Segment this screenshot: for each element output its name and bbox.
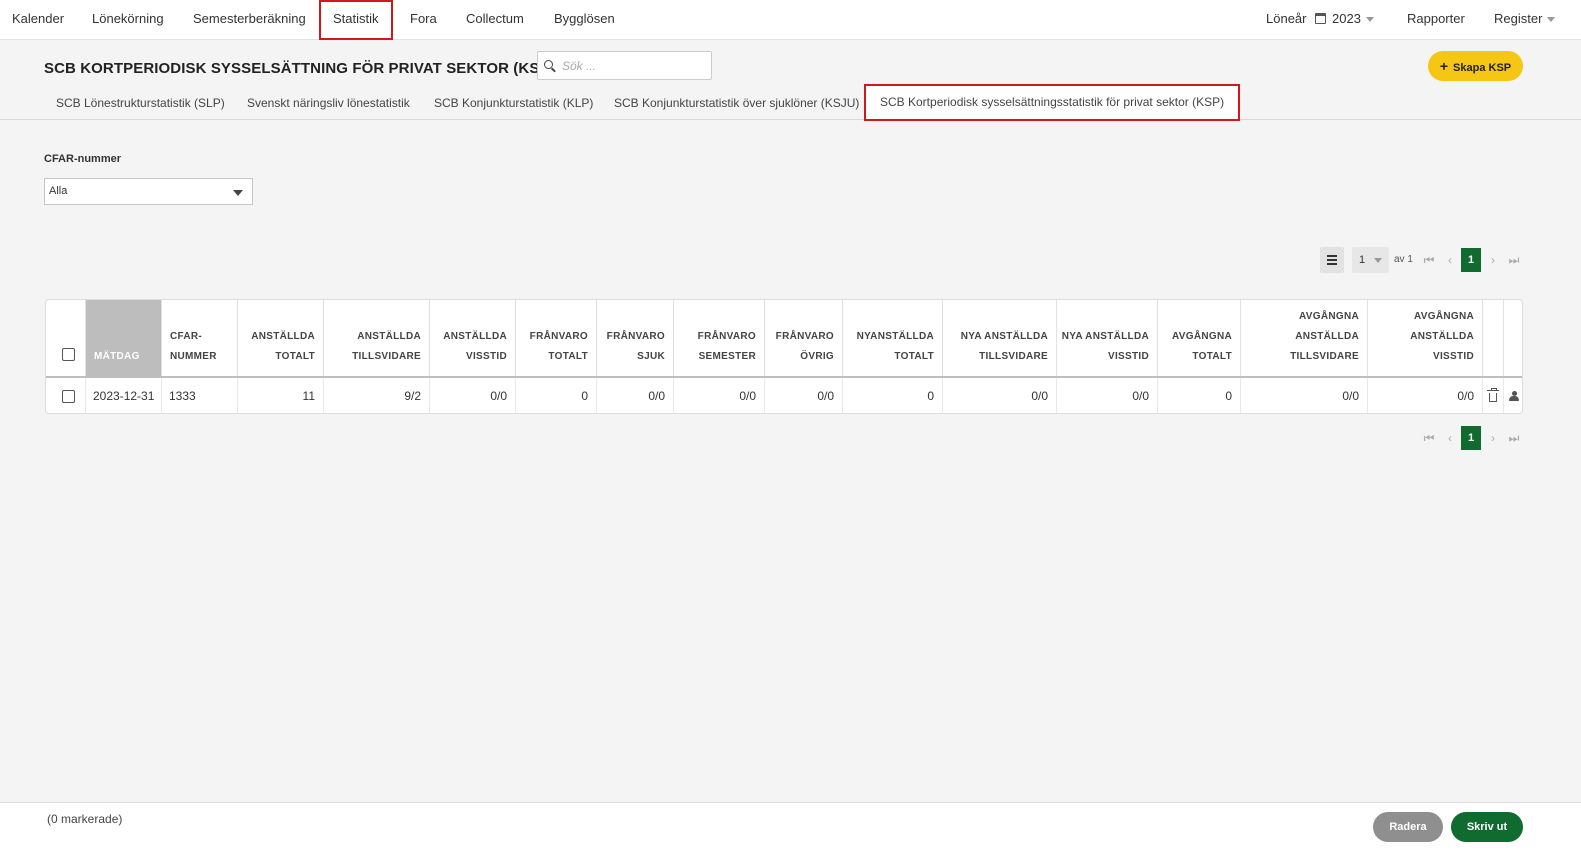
cell-matdag: 2023-12-31 [85, 378, 161, 413]
current-page-button[interactable]: 1 [1461, 426, 1481, 450]
page-header: SCB KORTPERIODISK SYSSELSÄTTNING FÖR PRI… [0, 40, 1581, 121]
pager-top: 1 av 1 ⏮ ‹ 1 › ⏭ [1320, 247, 1525, 273]
page-size-value: 1 [1359, 254, 1366, 266]
nav-item-lonekorning[interactable]: Lönekörning [92, 0, 164, 38]
col-header-actions-2 [1503, 300, 1522, 377]
prev-page-icon[interactable]: ‹ [1439, 247, 1461, 273]
search-icon [544, 60, 553, 69]
chevron-down-icon [1374, 258, 1382, 263]
tab-svenskt-naringsliv[interactable]: Svenskt näringsliv lönestatistik [247, 89, 410, 117]
user-icon[interactable] [1509, 391, 1519, 401]
chevron-down-icon [1365, 17, 1374, 23]
create-ksp-label: Skapa KSP [1453, 62, 1512, 74]
ksp-table: MÄTDAG CFAR- NUMMER ANSTÄLLDA TOTALT ANSTÄ… [45, 299, 1523, 414]
nav-item-semesterberakning[interactable]: Semesterberäkning [193, 0, 306, 38]
page-size-select[interactable]: 1 [1352, 247, 1389, 273]
nav-item-fora[interactable]: Fora [410, 0, 437, 38]
cell-nya-anstallda-tillsvidare: 0/0 [942, 378, 1056, 413]
col-header-nyanstallda-totalt[interactable]: NYANSTÄLLDA TOTALT [842, 300, 942, 377]
cell-franvaro-totalt: 0 [515, 378, 596, 413]
cell-franvaro-semester: 0/0 [673, 378, 764, 413]
nav-item-register[interactable]: Register [1494, 0, 1556, 38]
col-header-matdag[interactable]: MÄTDAG [85, 300, 161, 377]
select-all-checkbox[interactable] [62, 348, 75, 361]
plus-icon: + [1439, 58, 1449, 74]
tab-ksju[interactable]: SCB Konjunkturstatistik över sjuklöner (… [614, 89, 859, 117]
col-header-nya-anstallda-visstid[interactable]: NYA ANSTÄLLDA VISSTID [1056, 300, 1157, 377]
tab-slp[interactable]: SCB Lönestrukturstatistik (SLP) [56, 89, 225, 117]
cell-avgangna-anstallda-tillsvidare: 0/0 [1240, 378, 1367, 413]
last-page-icon[interactable]: ⏭ [1503, 425, 1525, 451]
col-header-franvaro-totalt[interactable]: FRÅNVARO TOTALT [515, 300, 596, 377]
cell-employees [1503, 378, 1522, 413]
cell-anstallda-totalt: 11 [237, 378, 323, 413]
nav-item-rapporter[interactable]: Rapporter [1407, 0, 1465, 38]
nav-item-statistik[interactable]: Statistik [319, 0, 393, 40]
cfar-select[interactable]: Alla [44, 178, 253, 205]
first-page-icon[interactable]: ⏮ [1418, 247, 1440, 273]
trash-icon[interactable] [1487, 388, 1499, 402]
cell-avgangna-anstallda-visstid: 0/0 [1367, 378, 1482, 413]
col-header-franvaro-sjuk[interactable]: FRÅNVARO SJUK [596, 300, 673, 377]
list-view-button[interactable] [1320, 247, 1344, 273]
col-header-actions-1 [1482, 300, 1503, 377]
tab-ksp[interactable]: SCB Kortperiodisk sysselsättningsstatist… [864, 84, 1241, 121]
header-select-all-cell [46, 300, 85, 377]
col-header-nya-anstallda-tillsvidare[interactable]: NYA ANSTÄLLDA TILLSVIDARE [942, 300, 1056, 377]
cfar-select-value: Alla [49, 185, 68, 197]
tab-klp[interactable]: SCB Konjunkturstatistik (KLP) [434, 89, 593, 117]
current-page-button[interactable]: 1 [1461, 248, 1481, 272]
cell-cfar-nummer: 1333 [161, 378, 237, 413]
page-count-text: av 1 [1394, 254, 1413, 265]
chevron-down-icon [1547, 17, 1556, 23]
cell-delete [1482, 378, 1503, 413]
nav-item-kalender[interactable]: Kalender [12, 0, 64, 38]
nav-item-bygglosen[interactable]: Bygglösen [554, 0, 615, 38]
page-title: SCB KORTPERIODISK SYSSELSÄTTNING FÖR PRI… [44, 60, 555, 77]
col-header-anstallda-tillsvidare[interactable]: ANSTÄLLDA TILLSVIDARE [323, 300, 429, 377]
next-page-icon[interactable]: › [1482, 425, 1504, 451]
nav-item-collectum[interactable]: Collectum [466, 0, 524, 38]
register-label: Register [1494, 11, 1543, 26]
cell-anstallda-visstid: 0/0 [429, 378, 515, 413]
search-input[interactable] [562, 56, 707, 76]
action-footer: (0 markerade) Radera Skriv ut [0, 802, 1581, 863]
year-selector[interactable]: 2023 [1307, 0, 1374, 38]
cell-franvaro-ovrig: 0/0 [764, 378, 842, 413]
cell-franvaro-sjuk: 0/0 [596, 378, 673, 413]
calendar-icon [1315, 13, 1326, 24]
selected-count: (0 markerade) [47, 812, 123, 826]
col-header-avgangna-totalt[interactable]: AVGÅNGNA TOTALT [1157, 300, 1240, 377]
cell-nyanstallda-totalt: 0 [842, 378, 942, 413]
year-value: 2023 [1332, 11, 1361, 26]
col-header-cfar-nummer[interactable]: CFAR- NUMMER [161, 300, 237, 377]
col-header-anstallda-totalt[interactable]: ANSTÄLLDA TOTALT [237, 300, 323, 377]
last-page-icon[interactable]: ⏭ [1503, 247, 1525, 273]
top-nav: Kalender Lönekörning Semesterberäkning S… [0, 0, 1581, 40]
prev-page-icon[interactable]: ‹ [1439, 425, 1461, 451]
col-header-avgangna-anstallda-visstid[interactable]: AVGÅNGNA ANSTÄLLDA VISSTID [1367, 300, 1482, 377]
cell-avgangna-totalt: 0 [1157, 378, 1240, 413]
next-page-icon[interactable]: › [1482, 247, 1504, 273]
first-page-icon[interactable]: ⏮ [1418, 425, 1440, 451]
cell-anstallda-tillsvidare: 9/2 [323, 378, 429, 413]
row-checkbox[interactable] [62, 390, 75, 403]
delete-button[interactable]: Radera [1373, 812, 1443, 842]
col-header-anstallda-visstid[interactable]: ANSTÄLLDA VISSTID [429, 300, 515, 377]
create-ksp-button[interactable]: + Skapa KSP [1428, 51, 1523, 81]
cell-nya-anstallda-visstid: 0/0 [1056, 378, 1157, 413]
cfar-filter-label: CFAR-nummer [44, 153, 122, 165]
year-label: Löneår [1266, 11, 1307, 26]
col-header-franvaro-semester[interactable]: FRÅNVARO SEMESTER [673, 300, 764, 377]
print-button[interactable]: Skriv ut [1451, 812, 1523, 842]
pager-bottom: ⏮ ‹ 1 › ⏭ [1418, 425, 1525, 451]
dropdown-arrow-icon [233, 190, 243, 196]
col-header-franvaro-ovrig[interactable]: FRÅNVARO ÖVRIG [764, 300, 842, 377]
search-box[interactable] [537, 51, 712, 80]
row-select-cell [46, 378, 85, 413]
col-header-avgangna-anstallda-tillsvidare[interactable]: AVGÅNGNA ANSTÄLLDA TILLSVIDARE [1240, 300, 1367, 377]
